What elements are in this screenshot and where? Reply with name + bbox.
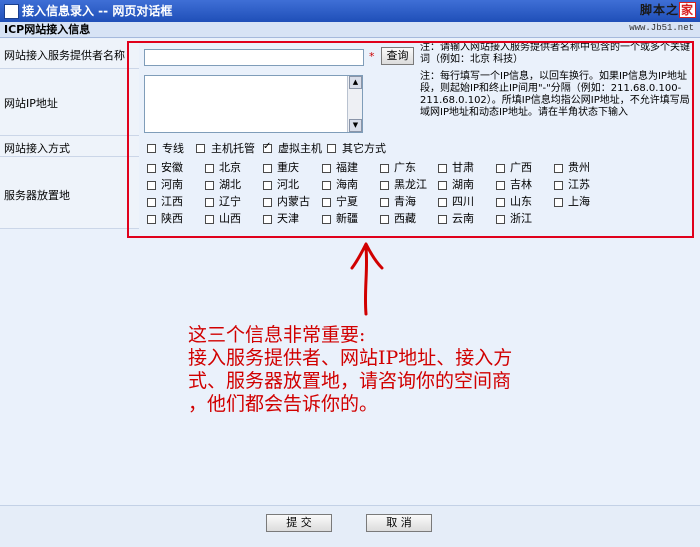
logo-box: 家 (678, 2, 696, 18)
provider-label: 网站接入服务提供者名称 (4, 49, 125, 62)
provider-row: 网站接入服务提供者名称 (0, 39, 139, 69)
window-title: 接入信息录入 -- 网页对话框 (22, 4, 173, 18)
annotation-line: 式、服务器放置地，请咨询你的空间商 (188, 370, 512, 392)
ip-label: 网站IP地址 (4, 97, 58, 110)
highlight-box (127, 41, 694, 238)
cancel-button[interactable]: 取 消 (366, 514, 432, 532)
logo-url: www.Jb51.net (629, 23, 694, 33)
logo-text: 脚本之 (639, 3, 679, 17)
ip-row: 网站IP地址 (0, 69, 139, 136)
site-logo: 脚本之家 (640, 1, 696, 18)
window-titlebar: 接入信息录入 -- 网页对话框 脚本之家 (0, 0, 700, 22)
section-title: ICP网站接入信息 (0, 22, 700, 38)
mode-label: 网站接入方式 (4, 142, 70, 155)
location-row: 服务器放置地 (0, 157, 139, 229)
annotation-line: ，他们都会告诉你的。 (188, 393, 379, 415)
window-icon (4, 4, 19, 19)
dialog-footer: 提 交 取 消 (0, 505, 700, 547)
submit-button[interactable]: 提 交 (266, 514, 332, 532)
annotation-text: 这三个信息非常重要: 接入服务提供者、网站IP地址、接入方 式、服务器放置地，请… (188, 324, 658, 416)
annotation-line: 这三个信息非常重要: (188, 324, 366, 346)
location-label: 服务器放置地 (4, 189, 70, 202)
mode-row: 网站接入方式 (0, 136, 139, 157)
annotation-line: 接入服务提供者、网站IP地址、接入方 (188, 347, 513, 369)
